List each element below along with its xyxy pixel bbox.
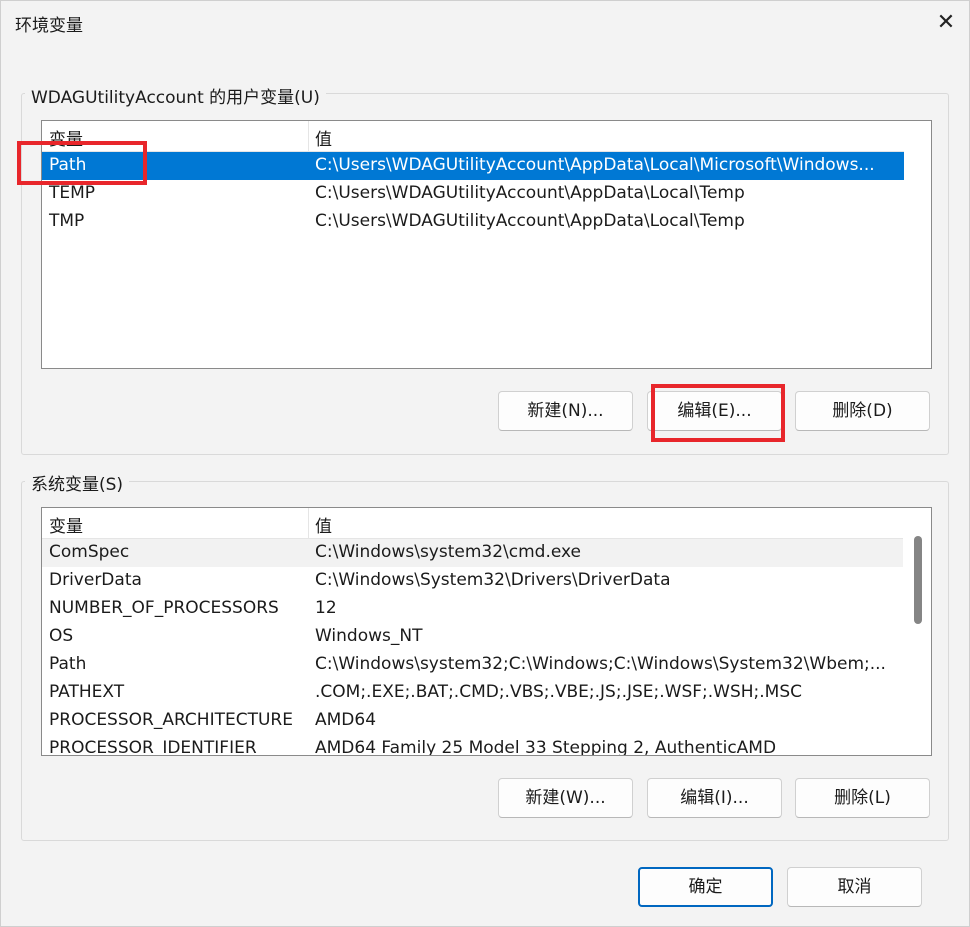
column-separator[interactable] bbox=[308, 121, 309, 151]
system-row-os[interactable]: OS Windows_NT bbox=[42, 623, 904, 651]
user-row-temp[interactable]: TEMP C:\Users\WDAGUtilityAccount\AppData… bbox=[42, 180, 904, 208]
column-header-value[interactable]: 值 bbox=[315, 125, 332, 150]
user-row-tmp[interactable]: TMP C:\Users\WDAGUtilityAccount\AppData\… bbox=[42, 208, 904, 236]
column-separator[interactable] bbox=[308, 508, 309, 538]
system-variables-list[interactable]: 变量 值 ComSpec C:\Windows\system32\cmd.exe… bbox=[41, 507, 932, 756]
system-row-driverdata[interactable]: DriverData C:\Windows\System32\Drivers\D… bbox=[42, 567, 904, 595]
ok-button[interactable]: 确定 bbox=[638, 867, 773, 907]
row-variable-name: ComSpec bbox=[49, 542, 130, 562]
column-header-variable[interactable]: 变量 bbox=[49, 125, 83, 150]
dialog-title: 环境变量 bbox=[15, 16, 83, 36]
system-row-pathext[interactable]: PATHEXT .COM;.EXE;.BAT;.CMD;.VBS;.VBE;.J… bbox=[42, 679, 904, 707]
row-variable-value: AMD64 Family 25 Model 33 Stepping 2, Aut… bbox=[315, 738, 777, 756]
row-variable-value: AMD64 bbox=[315, 710, 377, 730]
system-delete-button[interactable]: 删除(L) bbox=[795, 778, 930, 818]
environment-variables-dialog: 环境变量 ✕ WDAGUtilityAccount 的用户变量(U) 变量 值 … bbox=[0, 0, 970, 927]
cancel-button[interactable]: 取消 bbox=[787, 867, 922, 907]
row-variable-name: DriverData bbox=[49, 570, 142, 590]
system-new-button[interactable]: 新建(W)... bbox=[498, 778, 633, 818]
row-variable-value: .COM;.EXE;.BAT;.CMD;.VBS;.VBE;.JS;.JSE;.… bbox=[315, 682, 803, 702]
row-variable-value: C:\Users\WDAGUtilityAccount\AppData\Loca… bbox=[315, 183, 745, 203]
row-variable-name: Path bbox=[49, 654, 87, 674]
system-row-processor-architecture[interactable]: PROCESSOR_ARCHITECTURE AMD64 bbox=[42, 707, 904, 735]
row-variable-value: C:\Users\WDAGUtilityAccount\AppData\Loca… bbox=[315, 211, 745, 231]
system-row-number-of-processors[interactable]: NUMBER_OF_PROCESSORS 12 bbox=[42, 595, 904, 623]
row-variable-value: Windows_NT bbox=[315, 626, 423, 646]
user-new-button[interactable]: 新建(N)... bbox=[498, 391, 633, 431]
row-variable-name: OS bbox=[49, 626, 74, 646]
close-icon[interactable]: ✕ bbox=[931, 9, 961, 39]
user-variables-list[interactable]: 变量 值 Path C:\Users\WDAGUtilityAccount\Ap… bbox=[41, 120, 932, 369]
row-variable-value: C:\Users\WDAGUtilityAccount\AppData\Loca… bbox=[315, 155, 875, 175]
column-header-variable[interactable]: 变量 bbox=[49, 512, 83, 537]
user-list-header: 变量 值 bbox=[42, 121, 904, 152]
row-variable-name: TEMP bbox=[49, 183, 96, 203]
system-edit-button[interactable]: 编辑(I)... bbox=[647, 778, 782, 818]
row-variable-name: TMP bbox=[49, 211, 85, 231]
row-variable-name: PROCESSOR_ARCHITECTURE bbox=[49, 710, 293, 730]
system-list-header: 变量 值 bbox=[42, 508, 904, 539]
system-row-path[interactable]: Path C:\Windows\system32;C:\Windows;C:\W… bbox=[42, 651, 904, 679]
row-variable-name: NUMBER_OF_PROCESSORS bbox=[49, 598, 279, 618]
column-header-value[interactable]: 值 bbox=[315, 512, 332, 537]
row-variable-value: C:\Windows\System32\Drivers\DriverData bbox=[315, 570, 671, 590]
system-row-processor-identifier[interactable]: PROCESSOR_IDENTIFIER AMD64 Family 25 Mod… bbox=[42, 735, 904, 756]
user-variables-title: WDAGUtilityAccount 的用户变量(U) bbox=[25, 83, 326, 108]
row-variable-name: Path bbox=[49, 155, 87, 175]
row-variable-value: C:\Windows\system32\cmd.exe bbox=[315, 542, 582, 562]
user-row-path[interactable]: Path C:\Users\WDAGUtilityAccount\AppData… bbox=[42, 152, 904, 180]
user-edit-button[interactable]: 编辑(E)... bbox=[647, 391, 782, 431]
row-variable-value: 12 bbox=[315, 598, 337, 618]
user-delete-button[interactable]: 删除(D) bbox=[795, 391, 930, 431]
row-variable-value: C:\Windows\system32;C:\Windows;C:\Window… bbox=[315, 654, 886, 674]
row-variable-name: PATHEXT bbox=[49, 682, 125, 702]
row-variable-name: PROCESSOR_IDENTIFIER bbox=[49, 738, 257, 756]
system-row-comspec[interactable]: ComSpec C:\Windows\system32\cmd.exe bbox=[42, 539, 904, 567]
scrollbar-thumb[interactable] bbox=[914, 536, 922, 624]
system-list-scrollbar[interactable] bbox=[903, 508, 931, 755]
system-variables-title: 系统变量(S) bbox=[25, 470, 130, 495]
